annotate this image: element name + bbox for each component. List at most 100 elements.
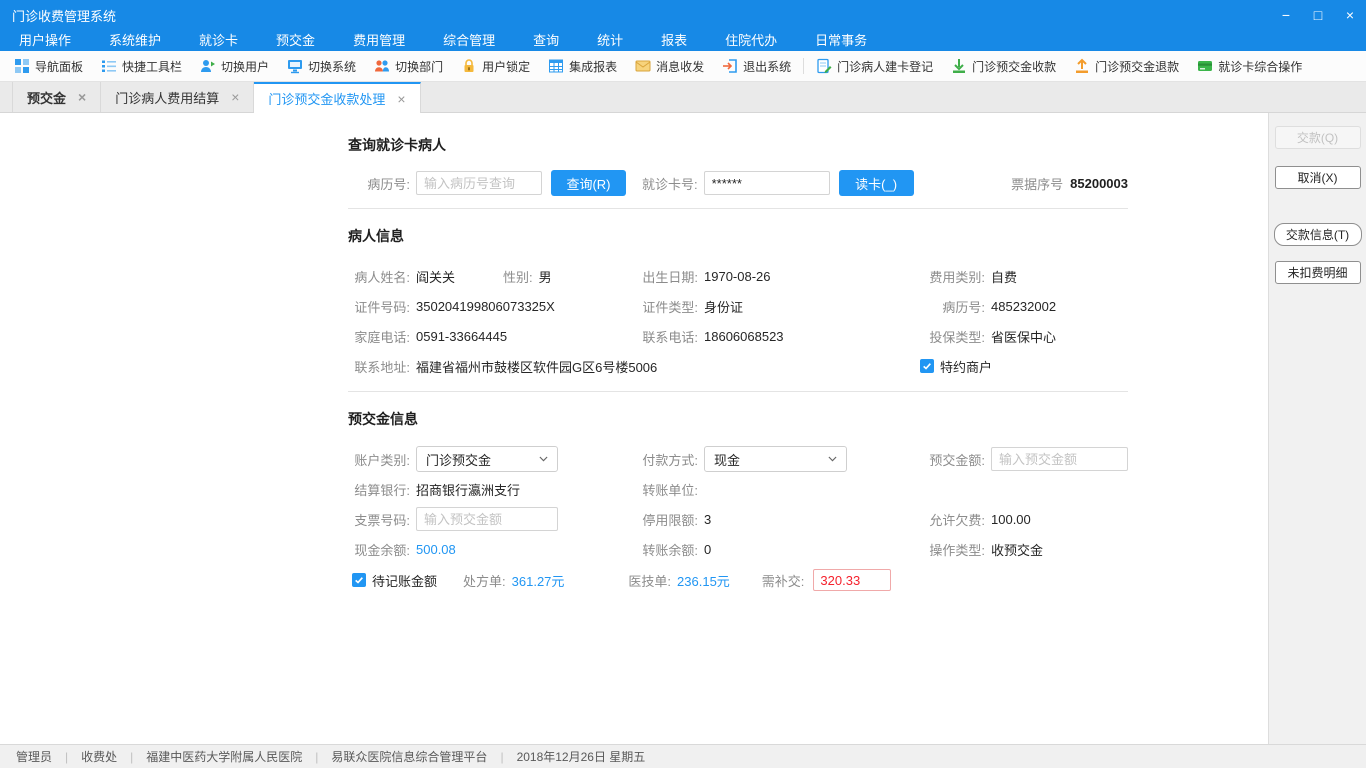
toolbar-item-label: 退出系统 — [743, 59, 792, 74]
statusbar-separator: | — [315, 749, 319, 764]
toolbar-item-patient-card-register[interactable]: 门诊病人建卡登记 — [807, 51, 942, 81]
due-label: 需补交: — [761, 573, 805, 589]
status-hospital: 福建中医药大学附属人民医院 — [146, 750, 303, 764]
address-value: 福建省福州市鼓楼区软件园G区6号楼5006 — [416, 359, 658, 375]
check-number-field: 支票号码: — [348, 507, 630, 531]
toolbar-item-integrated-reports[interactable]: 集成报表 — [539, 51, 626, 81]
pending-amount-checkbox[interactable]: 待记账金额 — [352, 571, 437, 590]
prescription-amount: 361.27元 — [511, 573, 565, 589]
patient-name-value: 阎关关 — [416, 269, 456, 285]
pay-method-select[interactable]: 现金 — [704, 446, 847, 472]
home-phone-label: 家庭电话: — [354, 329, 410, 345]
query-row: 病历号: 查询(R) 就诊卡号: 读卡(_) 票据序号 85200003 — [348, 170, 1128, 196]
transfer-unit-label: 转账单位: — [642, 482, 698, 498]
toolbar-item-exit-system[interactable]: 退出系统 — [713, 51, 800, 81]
patient-name-field: 病人姓名: 阎关关 性别: 男 — [348, 267, 630, 286]
toolbar-item-label: 门诊预交金退款 — [1095, 59, 1180, 74]
stop-limit-label: 停用限额: — [642, 512, 698, 528]
contact-phone-label: 联系电话: — [642, 329, 698, 345]
menu-item-comprehensive-management[interactable]: 综合管理 — [424, 30, 514, 51]
cash-balance-field: 现金余额: 500.08 — [348, 540, 630, 559]
toolbar-item-switch-department[interactable]: 切换部门 — [365, 51, 452, 81]
toolbar-item-prepay-refund[interactable]: 门诊预交金退款 — [1065, 51, 1188, 81]
tab-close-icon[interactable]: × — [231, 90, 239, 104]
read-card-button[interactable]: 读卡(_) — [838, 170, 914, 196]
card-number-input[interactable] — [703, 171, 830, 195]
patient-card-register-icon — [816, 58, 832, 74]
toolbar-item-user-lock[interactable]: 用户锁定 — [452, 51, 539, 81]
menu-item-system-maintenance[interactable]: 系统维护 — [90, 30, 180, 51]
contact-phone-field: 联系电话: 18606068523 — [630, 327, 920, 346]
transfer-balance-value: 0 — [704, 541, 712, 557]
toolbar-item-messages[interactable]: 消息收发 — [626, 51, 713, 81]
toolbar-item-switch-user[interactable]: 切换用户 — [191, 51, 278, 81]
status-platform: 易联众医院信息综合管理平台 — [331, 750, 488, 764]
toolbar-item-quick-toolbar[interactable]: 快捷工具栏 — [92, 51, 191, 81]
toolbar-item-nav-panel[interactable]: 导航面板 — [5, 51, 92, 81]
tab-prepay-collection-processing[interactable]: 门诊预交金收款处理 × — [254, 82, 421, 113]
menu-item-visit-card[interactable]: 就诊卡 — [180, 30, 257, 51]
allow-arrears-label: 允许欠费: — [929, 512, 985, 528]
menu-item-user-operations[interactable]: 用户操作 — [0, 30, 90, 51]
patient-mrn-field: 病历号: 485232002 — [920, 297, 1128, 316]
insurance-type-field: 投保类型: 省医保中心 — [920, 327, 1128, 346]
contact-phone-value: 18606068523 — [704, 328, 784, 344]
tab-prepay[interactable]: 预交金 × — [12, 82, 102, 112]
pay-button[interactable]: 交款(Q) — [1274, 126, 1361, 149]
transfer-unit-field: 转账单位: — [630, 480, 920, 499]
insurance-type-label: 投保类型: — [929, 329, 985, 345]
undeducted-detail-button[interactable]: 未扣费明细 — [1274, 261, 1361, 284]
integrated-reports-icon — [548, 58, 564, 74]
close-button[interactable]: × — [1334, 0, 1366, 30]
section-title-patient: 病人信息 — [348, 228, 404, 244]
menu-item-daily-affairs[interactable]: 日常事务 — [796, 30, 886, 51]
card-operations-icon — [1197, 58, 1213, 74]
account-type-field: 账户类别: 门诊预交金 — [348, 446, 630, 472]
status-date: 2018年12月26日 星期五 — [516, 750, 646, 764]
transfer-balance-field: 转账余额: 0 — [630, 540, 920, 559]
toolbar-item-switch-system[interactable]: 切换系统 — [278, 51, 365, 81]
section-divider — [348, 391, 1128, 392]
menu-item-fee-management[interactable]: 费用管理 — [334, 30, 424, 51]
id-type-value: 身份证 — [704, 299, 744, 315]
toolbar-item-label: 就诊卡综合操作 — [1218, 59, 1303, 74]
menu-item-prepay[interactable]: 预交金 — [257, 30, 334, 51]
card-number-label: 就诊卡号: — [642, 176, 698, 192]
query-button[interactable]: 查询(R) — [551, 170, 626, 196]
patient-name-label: 病人姓名: — [354, 269, 410, 285]
fee-type-value: 自费 — [991, 269, 1018, 285]
special-merchant-checkbox[interactable]: 特约商户 — [920, 357, 992, 376]
menu-item-statistics[interactable]: 统计 — [578, 30, 642, 51]
menu-item-reports[interactable]: 报表 — [642, 30, 706, 51]
account-type-select[interactable]: 门诊预交金 — [416, 446, 558, 472]
prepay-row-4: 现金余额: 500.08 转账余额: 0 操作类型: 收预交金 — [348, 534, 1128, 564]
tab-close-icon[interactable]: × — [78, 90, 86, 104]
allow-arrears-field: 允许欠费: 100.00 — [920, 510, 1128, 529]
id-number-label: 证件号码: — [354, 299, 410, 315]
tab-label: 预交金 — [27, 90, 67, 106]
menu-item-query[interactable]: 查询 — [514, 30, 578, 51]
insurance-type-value: 省医保中心 — [991, 329, 1057, 345]
check-number-input[interactable] — [416, 507, 558, 531]
toolbar-item-label: 快捷工具栏 — [122, 59, 183, 74]
check-number-label: 支票号码: — [354, 512, 410, 528]
toolbar-item-card-operations[interactable]: 就诊卡综合操作 — [1188, 51, 1311, 81]
pay-info-button[interactable]: 交款信息(T) — [1273, 223, 1362, 246]
toolbar: 导航面板 快捷工具栏 切换用户 切换系统 切换部门 用户锁定 集成报表 消息收发… — [0, 51, 1366, 82]
toolbar-item-label: 用户锁定 — [482, 59, 531, 74]
tab-outpatient-fee-settlement[interactable]: 门诊病人费用结算 × — [101, 82, 255, 112]
toolbar-item-label: 门诊预交金收款 — [972, 59, 1057, 74]
prepay-amount-input[interactable] — [991, 447, 1128, 471]
cancel-button[interactable]: 取消(X) — [1274, 166, 1361, 189]
patient-row-2: 证件号码: 350204199806073325X 证件类型: 身份证 病历号:… — [348, 291, 1128, 321]
minimize-button[interactable]: − — [1270, 0, 1302, 30]
prepay-collection-form: 查询就诊卡病人 病历号: 查询(R) 就诊卡号: 读卡(_) 票据序号 8520… — [348, 135, 1128, 596]
tab-close-icon[interactable]: × — [397, 92, 405, 106]
cash-balance-value: 500.08 — [416, 541, 456, 557]
toolbar-item-prepay-collect[interactable]: 门诊预交金收款 — [942, 51, 1065, 81]
menu-item-inpatient-agency[interactable]: 住院代办 — [706, 30, 796, 51]
mrn-input[interactable] — [416, 171, 542, 195]
address-field: 联系地址: 福建省福州市鼓楼区软件园G区6号楼5006 — [348, 357, 920, 376]
maximize-button[interactable]: □ — [1302, 0, 1334, 30]
due-amount-input[interactable] — [813, 569, 892, 591]
